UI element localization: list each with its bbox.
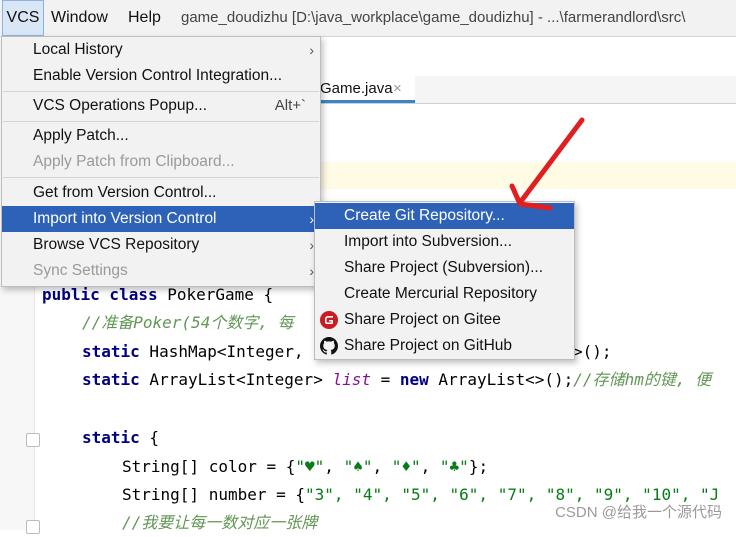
- shortcut-label: Alt+`: [274, 97, 306, 114]
- menu-window[interactable]: Window: [51, 0, 108, 36]
- menu-item-sync-settings: Sync Settings ›: [2, 258, 320, 284]
- submenu-item-create-mercurial-repository[interactable]: Create Mercurial Repository: [315, 281, 574, 307]
- menu-separator: [3, 121, 319, 122]
- submenu-item-import-into-subversion[interactable]: Import into Subversion...: [315, 229, 574, 255]
- menu-item-label: Import into Version Control: [33, 210, 217, 227]
- menu-item-label: Share Project (Subversion)...: [344, 259, 544, 276]
- code-line: //准备Poker(54个数字, 每: [82, 313, 294, 332]
- menu-item-label: Get from Version Control...: [33, 184, 217, 201]
- menu-item-label: Share Project on GitHub: [344, 337, 513, 354]
- code-line: //我要让每一数对应一张牌: [122, 513, 318, 532]
- chevron-right-icon: ›: [309, 42, 314, 58]
- fold-icon[interactable]: [26, 520, 40, 534]
- submenu-item-share-on-gitee[interactable]: Share Project on Gitee: [315, 307, 574, 333]
- menu-item-apply-patch-clipboard: Apply Patch from Clipboard...: [2, 149, 320, 175]
- menu-separator: [3, 91, 319, 92]
- annotation-arrow-icon: [509, 117, 585, 211]
- submenu-item-share-project-subversion[interactable]: Share Project (Subversion)...: [315, 255, 574, 281]
- menu-item-label: Share Project on Gitee: [344, 311, 501, 328]
- vcs-dropdown-menu: Local History › Enable Version Control I…: [1, 36, 321, 287]
- menu-vcs[interactable]: VCS: [2, 0, 44, 36]
- fold-icon[interactable]: [26, 433, 40, 447]
- menu-item-label: VCS Operations Popup...: [33, 97, 208, 114]
- menu-help[interactable]: Help: [128, 0, 161, 36]
- editor-tab[interactable]: Game.java ×: [320, 76, 415, 103]
- menu-separator: [3, 177, 319, 178]
- editor-gutter: [0, 284, 40, 534]
- menu-item-local-history[interactable]: Local History ›: [2, 37, 320, 63]
- code-fragment: >();: [573, 342, 612, 361]
- menu-item-get-from-vcs[interactable]: Get from Version Control...: [2, 180, 320, 206]
- menu-item-label: Apply Patch from Clipboard...: [33, 153, 235, 170]
- menu-item-vcs-operations-popup[interactable]: VCS Operations Popup... Alt+`: [2, 93, 320, 119]
- menu-item-label: Enable Version Control Integration...: [33, 67, 283, 84]
- menu-item-label: Browse VCS Repository: [33, 236, 200, 253]
- menu-item-browse-vcs-repository[interactable]: Browse VCS Repository ›: [2, 232, 320, 258]
- menu-item-label: Local History: [33, 41, 123, 58]
- menu-item-label: Apply Patch...: [33, 127, 129, 144]
- submenu-item-share-on-github[interactable]: Share Project on GitHub: [315, 333, 574, 359]
- menubar: VCS Window Help game_doudizhu [D:\java_w…: [0, 0, 736, 37]
- import-into-vcs-submenu: Create Git Repository... Import into Sub…: [314, 201, 575, 360]
- menu-item-enable-vcs-integration[interactable]: Enable Version Control Integration...: [2, 63, 320, 89]
- menu-item-apply-patch[interactable]: Apply Patch...: [2, 123, 320, 149]
- menu-item-label: Import into Subversion...: [344, 233, 512, 250]
- code-line: static ArrayList<Integer> list = new Arr…: [82, 370, 712, 389]
- close-icon[interactable]: ×: [393, 76, 402, 101]
- menu-item-label: Sync Settings: [33, 262, 128, 279]
- menu-item-import-into-vcs[interactable]: Import into Version Control ›: [2, 206, 320, 232]
- editor-tab-strip: Game.java ×: [320, 76, 736, 104]
- window-title: game_doudizhu [D:\java_workplace\game_do…: [181, 9, 686, 26]
- code-line: static {: [82, 428, 160, 447]
- code-line: static HashMap<Integer,: [82, 342, 304, 361]
- menu-item-label: Create Mercurial Repository: [344, 285, 537, 302]
- code-line: String[] color = {"♥", "♠", "♦", "♣"};: [122, 457, 489, 476]
- menu-item-label: Create Git Repository...: [344, 207, 505, 224]
- github-icon: [320, 337, 338, 355]
- editor-tab-label: Game.java: [320, 80, 393, 97]
- gitee-icon: [320, 311, 338, 329]
- watermark: CSDN @给我一个源代码: [555, 504, 722, 521]
